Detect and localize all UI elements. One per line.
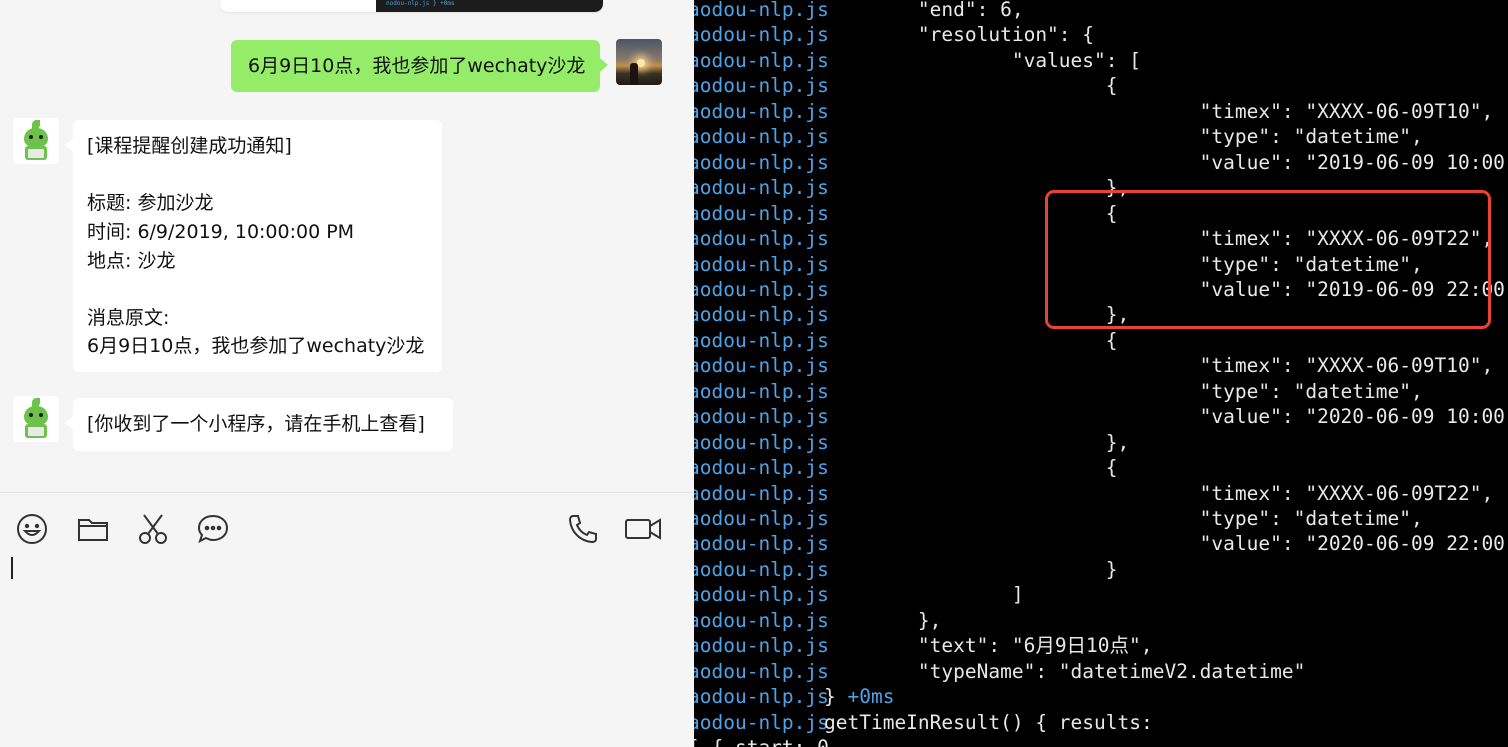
folder-icon[interactable] [76, 512, 110, 546]
log-prefix: aodou-nlp.js [694, 227, 829, 251]
bot-avatar[interactable] [13, 396, 59, 442]
log-prefix: aodou-nlp.js [694, 532, 829, 556]
log-prefix: aodou-nlp.js [694, 583, 829, 607]
log-text: { [824, 456, 1118, 480]
log-prefix: aodou-nlp.js [694, 659, 829, 683]
log-text: "timex": "XXXX-06-09T10", [824, 354, 1494, 378]
input-divider [0, 492, 694, 493]
log-text: { [824, 328, 1118, 352]
log-text: "values": [ [824, 48, 1141, 72]
log-text: }, [824, 430, 1130, 454]
log-text: { [824, 74, 1118, 98]
highlight-box [1045, 190, 1491, 329]
log-text: "timex": "XXXX-06-09T10", [824, 99, 1494, 123]
log-text: }, [824, 608, 942, 632]
log-text: ] [824, 583, 1024, 607]
log-prefix: aodou-nlp.js [694, 634, 829, 658]
log-prefix: aodou-nlp.js [694, 608, 829, 632]
log-text: "text": "6月9日10点", [824, 634, 1153, 658]
log-prefix: aodou-nlp.js [694, 48, 829, 72]
video-icon[interactable] [624, 512, 662, 546]
emoji-icon[interactable] [15, 512, 49, 546]
bot-avatar[interactable] [13, 118, 59, 164]
reminder-original-text: 6月9日10点，我也参加了wechaty沙龙 [87, 335, 425, 357]
log-prefix: aodou-nlp.js [694, 685, 829, 709]
reminder-location: 地点: 沙龙 [87, 250, 176, 272]
log-prefix: aodou-nlp.js [694, 507, 829, 530]
reminder-title: [课程提醒创建成功通知] [87, 135, 292, 157]
log-text: "typeName": "datetimeV2.datetime" [824, 659, 1306, 683]
reminder-original-label: 消息原文: [87, 307, 170, 329]
log-prefix: aodou-nlp.js [694, 176, 829, 200]
log-text: "type": "datetime", [824, 125, 1423, 149]
log-prefix: aodou-nlp.js [694, 379, 829, 403]
log-prefix: aodou-nlp.js [694, 405, 829, 429]
terminal-partial-line: [ { start: 0, [694, 735, 841, 747]
mini-program-message-bubble[interactable]: [你收到了一个小程序，请在手机上查看] [65, 398, 453, 451]
log-prefix: aodou-nlp.js [694, 354, 829, 378]
log-prefix: aodou-nlp.js [694, 557, 829, 581]
sent-message-text: 6月9日10点，我也参加了wechaty沙龙 [248, 55, 586, 77]
log-prefix: aodou-nlp.js [694, 99, 829, 123]
image-message-preview[interactable]: nodou-nlp.js } +0ms [220, 0, 603, 12]
log-text: "resolution": { [824, 23, 1095, 47]
log-prefix: aodou-nlp.js [694, 252, 829, 276]
log-text: "type": "datetime", [824, 507, 1423, 530]
log-prefix: aodou-nlp.js [694, 0, 829, 21]
timing-suffix: +0ms [847, 685, 895, 709]
log-text: } +0ms [824, 685, 895, 709]
log-text: "type": "datetime", [824, 379, 1423, 403]
terminal-panel: aodou-nlp.js "end": 6, aodou-nlp.js "reso… [694, 0, 1508, 747]
reminder-message-bubble[interactable]: [课程提醒创建成功通知] 标题: 参加沙龙 时间: 6/9/2019, 10:0… [65, 120, 442, 372]
log-prefix: aodou-nlp.js [694, 277, 829, 301]
log-prefix: aodou-nlp.js [694, 23, 829, 47]
log-text: "value": "2020-06-09 22:00:00" [824, 532, 1508, 556]
reminder-subject: 标题: 参加沙龙 [87, 192, 214, 214]
mini-program-text: [你收到了一个小程序，请在手机上查看] [87, 413, 425, 435]
log-text: } [824, 557, 1118, 581]
text-input-cursor[interactable] [11, 557, 13, 579]
log-prefix: aodou-nlp.js [694, 201, 829, 225]
log-prefix: aodou-nlp.js [694, 150, 829, 174]
log-prefix: aodou-nlp.js [694, 74, 829, 98]
log-prefix: aodou-nlp.js [694, 303, 829, 327]
chat-bubble-icon[interactable] [196, 512, 230, 546]
preview-text: nodou-nlp.js } +0ms [386, 0, 455, 7]
scissors-icon[interactable] [136, 512, 170, 546]
log-text: getTimeInResult() { results: [824, 710, 1153, 734]
user-avatar[interactable] [616, 39, 662, 85]
log-text: "end": 6, [824, 0, 1024, 21]
chat-panel: nodou-nlp.js } +0ms 6月9日10点，我也参加了wechaty… [0, 0, 694, 747]
log-prefix: aodou-nlp.js [694, 328, 829, 352]
log-prefix: aodou-nlp.js [694, 430, 829, 454]
log-prefix: aodou-nlp.js [694, 125, 829, 149]
log-text: "timex": "XXXX-06-09T22", [824, 481, 1494, 505]
phone-icon[interactable] [566, 512, 600, 546]
reminder-time: 时间: 6/9/2019, 10:00:00 PM [87, 221, 355, 243]
log-prefix: aodou-nlp.js [694, 481, 829, 505]
log-prefix: aodou-nlp.js [694, 710, 829, 734]
log-prefix: aodou-nlp.js [694, 456, 829, 480]
log-text: "value": "2019-06-09 10:00:00" [824, 150, 1508, 174]
log-text: "value": "2020-06-09 10:00:00" [824, 405, 1508, 429]
sent-message-bubble[interactable]: 6月9日10点，我也参加了wechaty沙龙 [231, 40, 608, 92]
